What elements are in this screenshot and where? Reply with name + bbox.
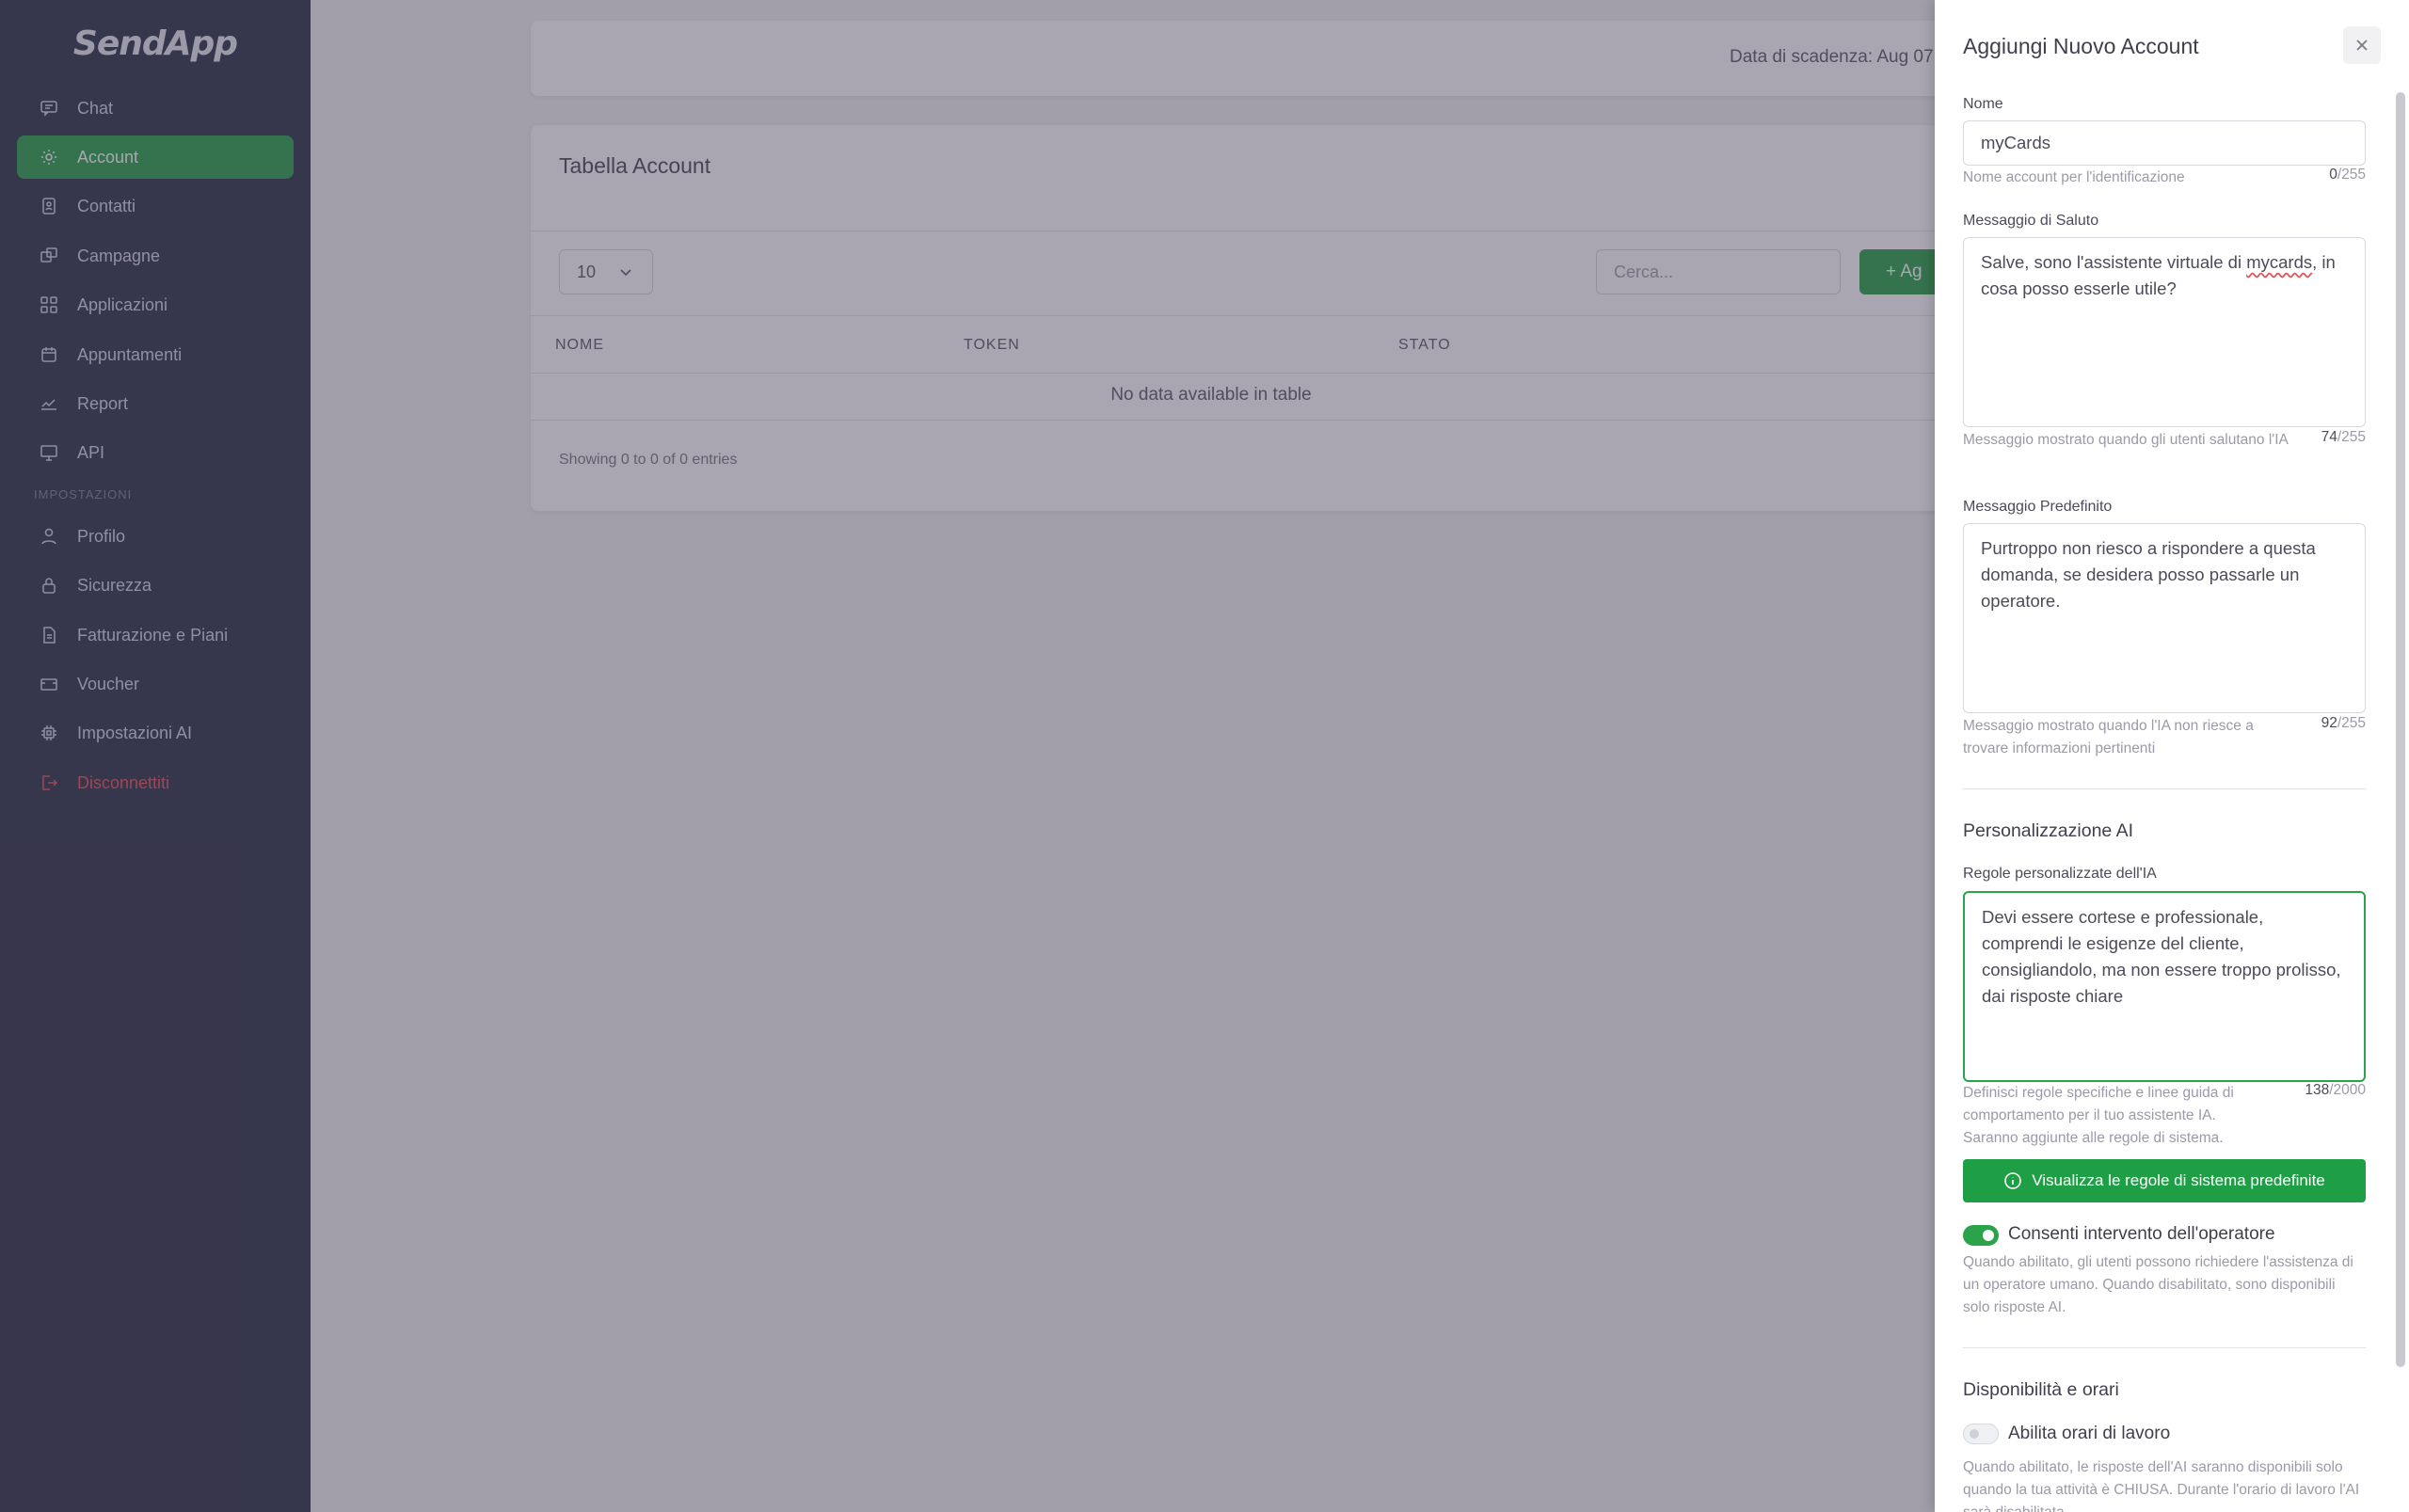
name-hint: Nome account per l'identificazione bbox=[1963, 169, 2185, 185]
greeting-textarea[interactable]: Salve, sono l'assistente virtuale di myc… bbox=[1963, 237, 2366, 427]
greeting-label: Messaggio di Saluto bbox=[1963, 213, 2099, 229]
name-label: Nome bbox=[1963, 96, 2003, 112]
ai-section-title: Personalizzazione AI bbox=[1963, 820, 2134, 841]
default-message-label: Messaggio Predefinito bbox=[1963, 499, 2113, 515]
divider bbox=[1963, 1347, 2366, 1348]
work-hours-toggle[interactable] bbox=[1963, 1424, 1999, 1444]
rules-char-count: 138/2000 bbox=[2305, 1082, 2366, 1098]
drawer-scrollbar[interactable] bbox=[2396, 92, 2405, 1367]
default-message-textarea[interactable]: Purtroppo non riesco a rispondere a ques… bbox=[1963, 523, 2366, 713]
operator-hint: Quando abilitato, gli utenti possono ric… bbox=[1963, 1254, 2353, 1315]
button-label: Visualizza le regole di sistema predefin… bbox=[2032, 1171, 2325, 1189]
close-button[interactable] bbox=[2343, 26, 2381, 64]
rules-hint: Definisci regole specifiche e linee guid… bbox=[1963, 1085, 2234, 1146]
add-account-drawer: Aggiungi Nuovo Account Nome myCards Nome… bbox=[1935, 0, 2409, 1512]
operator-toggle-label[interactable]: Consenti intervento dell'operatore bbox=[2008, 1224, 2275, 1245]
default-message-char-count: 92/255 bbox=[2321, 715, 2366, 731]
close-icon bbox=[2356, 40, 2368, 51]
name-field[interactable]: myCards bbox=[1963, 120, 2366, 166]
default-message-hint: Messaggio mostrato quando l'IA non riesc… bbox=[1963, 718, 2254, 756]
greeting-char-count: 74/255 bbox=[2321, 429, 2366, 445]
operator-toggle[interactable] bbox=[1963, 1225, 1999, 1246]
rules-textarea[interactable]: Devi essere cortese e professionale, com… bbox=[1963, 891, 2366, 1082]
greeting-hint: Messaggio mostrato quando gli utenti sal… bbox=[1963, 432, 2289, 448]
view-system-rules-button[interactable]: Visualizza le regole di sistema predefin… bbox=[1963, 1159, 2366, 1202]
info-icon bbox=[2004, 1172, 2022, 1189]
modal-backdrop[interactable] bbox=[0, 0, 1935, 1512]
name-char-count: 0/255 bbox=[2329, 167, 2366, 183]
rules-label: Regole personalizzate dell'IA bbox=[1963, 866, 2157, 882]
work-hours-hint: Quando abilitato, le risposte dell'AI sa… bbox=[1963, 1459, 2360, 1512]
drawer-title: Aggiungi Nuovo Account bbox=[1963, 34, 2199, 58]
work-hours-toggle-label[interactable]: Abilita orari di lavoro bbox=[2008, 1424, 2170, 1444]
divider bbox=[1963, 788, 2366, 789]
availability-section-title: Disponibilità e orari bbox=[1963, 1379, 2119, 1400]
